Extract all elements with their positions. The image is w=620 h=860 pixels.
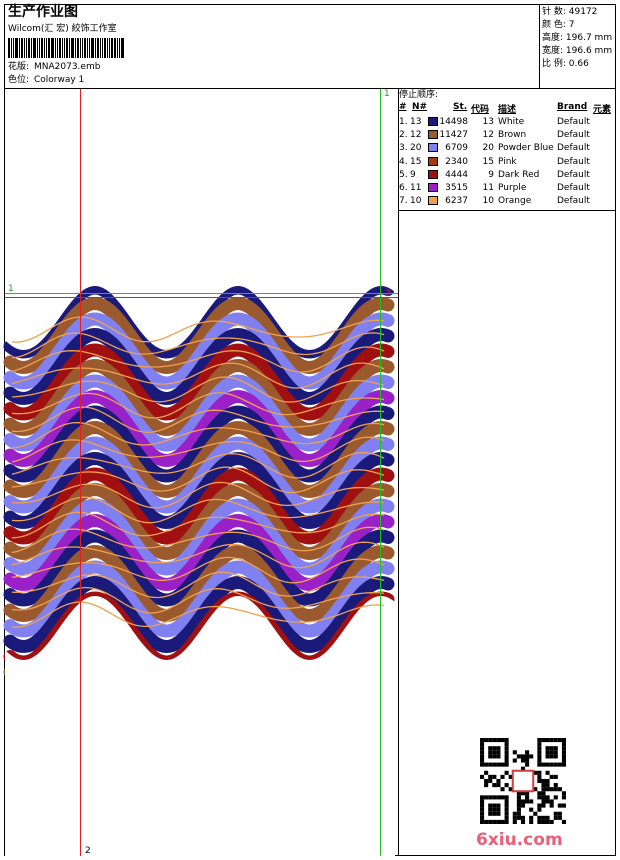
qr-code-icon <box>480 738 566 824</box>
guide-label-bottom-2: 2 <box>85 846 91 856</box>
embroidery-design <box>3 89 398 856</box>
watermark-text: 6xiu.com <box>476 830 563 850</box>
wave-bands <box>3 89 395 856</box>
guide-label-right-1: 1 <box>384 89 390 99</box>
guide-label-right-2: 2 <box>385 289 391 299</box>
design-top-mask <box>5 89 395 350</box>
guide-label-top-1: 1 <box>8 284 14 294</box>
